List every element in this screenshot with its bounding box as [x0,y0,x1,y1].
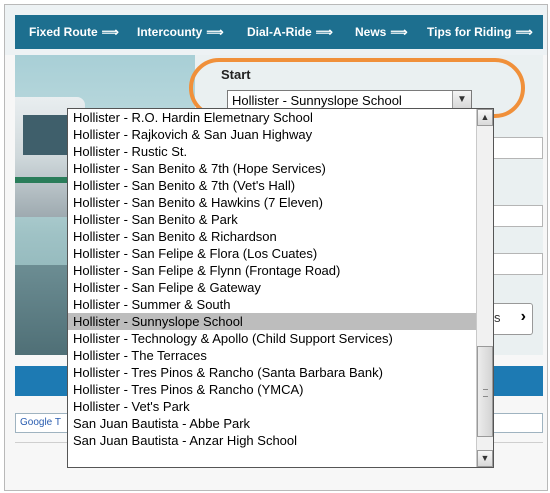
nav-dial-a-ride[interactable]: Dial-A-Ride ⟹ [247,15,333,49]
double-arrow-icon: ⟹ [206,25,224,39]
start-select[interactable]: Hollister - Sunnyslope School ▼ [227,90,472,110]
double-arrow-icon: ⟹ [515,25,533,39]
list-item[interactable]: Hollister - R.O. Hardin Elemetnary Schoo… [71,109,476,126]
list-item[interactable]: Hollister - Technology & Apollo (Child S… [71,330,476,347]
end-select[interactable] [491,137,543,159]
scroll-down-icon[interactable]: ▼ [477,450,493,467]
nav-fixed-route[interactable]: Fixed Route ⟹ [29,15,119,49]
list-item[interactable]: Hollister - San Benito & 7th (Hope Servi… [71,160,476,177]
nav-label: Intercounty [137,25,203,39]
list-item[interactable]: San Juan Bautista - Anzar High School [71,432,476,449]
list-item[interactable]: Hollister - Rajkovich & San Juan Highway [71,126,476,143]
list-item[interactable]: Hollister - Vet's Park [71,398,476,415]
nav-intercounty[interactable]: Intercounty ⟹ [137,15,224,49]
nav-label: Fixed Route [29,25,98,39]
double-arrow-icon: ⟹ [101,25,119,39]
date-field[interactable] [491,205,543,227]
double-arrow-icon: ⟹ [390,25,408,39]
nav-label: Dial-A-Ride [247,25,312,39]
top-navigation: Fixed Route ⟹ Intercounty ⟹ Dial-A-Ride ⟹ N… [5,5,547,55]
start-label: Start [221,67,251,82]
list-item[interactable]: Hollister - San Felipe & Flynn (Frontage… [71,262,476,279]
grip-icon [483,389,488,397]
list-item[interactable]: Hollister - Summer & South [71,296,476,313]
scrollbar-thumb[interactable] [477,346,493,437]
list-item[interactable]: Hollister - Tres Pinos & Rancho (YMCA) [71,381,476,398]
google-translate-label: Google T [20,417,61,428]
list-item[interactable]: Hollister - San Felipe & Flora (Los Cuat… [71,245,476,262]
start-select-value: Hollister - Sunnyslope School [232,93,402,108]
plan-trip-button-label: s [494,310,501,325]
scroll-up-icon[interactable]: ▲ [477,109,493,126]
chevron-down-icon[interactable]: ▼ [452,91,471,109]
plan-trip-button[interactable]: s › [489,303,533,335]
list-item[interactable]: Hollister - San Benito & Park [71,211,476,228]
time-field[interactable] [491,253,543,275]
list-item[interactable]: Hollister - San Benito & Richardson [71,228,476,245]
list-item[interactable]: Hollister - San Felipe & Gateway [71,279,476,296]
start-dropdown-list[interactable]: Hollister - R.O. Hardin Elemetnary Schoo… [67,108,494,468]
nav-news[interactable]: News ⟹ [355,15,408,49]
nav-label: Tips for Riding [427,25,512,39]
nav-strip: Fixed Route ⟹ Intercounty ⟹ Dial-A-Ride ⟹ N… [15,15,543,49]
list-item[interactable]: San Juan Bautista - Abbe Park [71,415,476,432]
nav-tips-for-riding[interactable]: Tips for Riding ⟹ [427,15,533,49]
chevron-right-icon: › [520,308,526,325]
dropdown-scrollbar[interactable]: ▲ ▼ [476,109,493,467]
nav-label: News [355,25,387,39]
list-item[interactable]: Hollister - The Terraces [71,347,476,364]
list-item[interactable]: Hollister - San Benito & Hawkins (7 Elev… [71,194,476,211]
double-arrow-icon: ⟹ [315,25,333,39]
list-item-selected[interactable]: Hollister - Sunnyslope School [68,313,481,330]
list-item[interactable]: Hollister - San Benito & 7th (Vet's Hall… [71,177,476,194]
list-item[interactable]: Hollister - Tres Pinos & Rancho (Santa B… [71,364,476,381]
list-item[interactable]: Hollister - Rustic St. [71,143,476,160]
